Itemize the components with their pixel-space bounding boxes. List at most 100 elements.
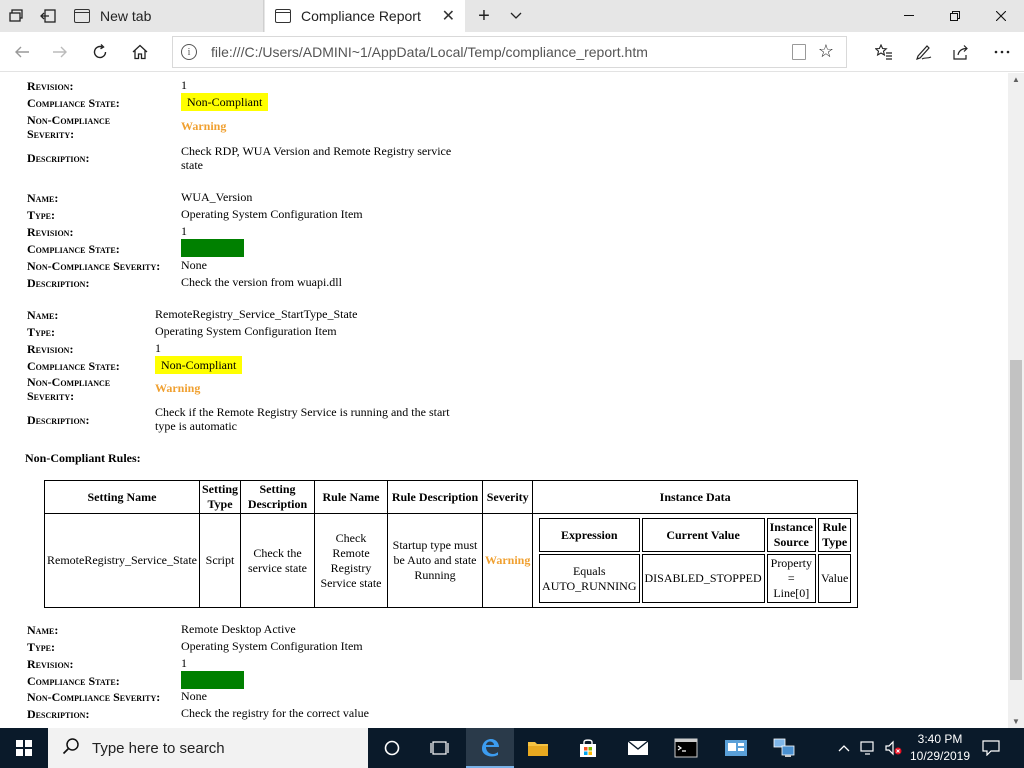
- pen-notes-icon[interactable]: [905, 36, 941, 68]
- new-tab-plus-icon[interactable]: +: [468, 0, 500, 32]
- compliance-state-badge: Non-Compliant: [181, 93, 269, 111]
- mail-icon[interactable]: [614, 728, 662, 768]
- header-instance-data: Instance Data: [532, 480, 858, 514]
- header-setting-description: Setting Description: [240, 480, 315, 514]
- severity-label-line2: Severity:: [27, 127, 75, 141]
- description-label: Description:: [27, 707, 90, 721]
- compliance-state-label: Compliance State:: [27, 674, 120, 688]
- show-hidden-icons-icon[interactable]: [838, 728, 850, 768]
- tab-label: Compliance Report: [301, 8, 421, 24]
- cortana-icon[interactable]: [368, 728, 416, 768]
- cell-rule-name: Check Remote Registry Service state: [314, 513, 388, 608]
- name-value: RemoteRegistry_Service_StartType_State: [155, 307, 358, 321]
- header-rule-name: Rule Name: [314, 480, 388, 514]
- action-center-icon[interactable]: [982, 728, 1000, 768]
- address-bar[interactable]: i file:///C:/Users/ADMINI~1/AppData/Loca…: [172, 36, 847, 68]
- description-label: Description:: [27, 413, 90, 427]
- instance-header-expression: Expression: [539, 518, 640, 552]
- compliance-state-label: Compliance State:: [27, 242, 120, 256]
- network-computers-icon[interactable]: [760, 728, 808, 768]
- command-prompt-icon[interactable]: [662, 728, 710, 768]
- description-label: Description:: [27, 276, 90, 290]
- severity-label-line1: Non-Compliance: [27, 375, 111, 389]
- header-rule-description: Rule Description: [387, 480, 483, 514]
- edge-browser-icon[interactable]: [466, 728, 514, 768]
- address-url: file:///C:/Users/ADMINI~1/AppData/Local/…: [211, 44, 648, 60]
- type-label: Type:: [27, 640, 55, 654]
- set-tabs-aside-icon[interactable]: [32, 0, 64, 32]
- vertical-scrollbar[interactable]: ▲ ▼: [1008, 73, 1024, 728]
- start-button[interactable]: [0, 728, 48, 768]
- cell-instance-data: Expression Current Value Instance Source…: [532, 513, 858, 608]
- file-explorer-icon[interactable]: [514, 728, 562, 768]
- cell-setting-type: Script: [199, 513, 241, 608]
- non-compliant-rules-title: Non-Compliant Rules:: [25, 451, 141, 465]
- restore-icon[interactable]: [932, 0, 978, 32]
- instance-data-table: Expression Current Value Instance Source…: [537, 516, 853, 605]
- scroll-up-icon[interactable]: ▲: [1012, 75, 1020, 84]
- favorite-star-icon[interactable]: ☆: [818, 41, 834, 62]
- revision-value: 1: [181, 78, 187, 92]
- reading-view-icon[interactable]: [792, 44, 806, 60]
- page-favicon-icon: [275, 9, 291, 23]
- name-value: WUA_Version: [181, 190, 253, 204]
- address-toolbar: i file:///C:/Users/ADMINI~1/AppData/Loca…: [0, 32, 1024, 72]
- name-label: Name:: [27, 191, 59, 205]
- type-value: Operating System Configuration Item: [181, 207, 363, 221]
- severity-value: None: [181, 258, 207, 272]
- windows-logo-icon: [16, 740, 32, 756]
- site-info-icon[interactable]: i: [181, 44, 197, 60]
- instance-current-value: DISABLED_STOPPED: [641, 554, 765, 603]
- search-placeholder: Type here to search: [92, 739, 225, 757]
- favorites-hub-icon[interactable]: [866, 36, 902, 68]
- tab-manager-icon[interactable]: [0, 0, 32, 32]
- system-clock[interactable]: 3:40 PM 10/29/2019: [905, 731, 975, 765]
- instance-source: Property = Line[0]: [766, 554, 816, 603]
- volume-muted-icon[interactable]: [884, 728, 902, 768]
- close-tab-icon[interactable]: ✕: [442, 6, 455, 26]
- compliance-state-badge: Compliant: [181, 239, 244, 257]
- refresh-icon[interactable]: [82, 36, 118, 68]
- table-row: RemoteRegistry_Service_State Script Chec…: [44, 513, 858, 608]
- description-value: Check the registry for the correct value: [181, 706, 369, 720]
- tab-new-tab[interactable]: New tab: [64, 0, 264, 32]
- description-label: Description:: [27, 151, 90, 165]
- severity-label-line1: Non-Compliance: [27, 113, 111, 127]
- description-value: Check if the Remote Registry Service is …: [155, 405, 450, 433]
- severity-label: Non-Compliance Severity:: [27, 259, 161, 273]
- config-manager-icon[interactable]: [712, 728, 760, 768]
- forward-arrow-icon[interactable]: [42, 36, 78, 68]
- type-value: Operating System Configuration Item: [155, 324, 337, 338]
- scrollbar-thumb[interactable]: [1010, 360, 1022, 680]
- compliance-state-label: Compliance State:: [27, 96, 120, 110]
- revision-label: Revision:: [27, 342, 74, 356]
- close-window-icon[interactable]: [978, 0, 1024, 32]
- tab-label: New tab: [100, 8, 152, 24]
- name-value: Remote Desktop Active: [181, 622, 296, 636]
- share-icon[interactable]: [944, 36, 980, 68]
- header-severity: Severity: [481, 480, 534, 514]
- description-value: Check RDP, WUA Version and Remote Regist…: [181, 144, 452, 172]
- taskbar-search-box[interactable]: Type here to search: [48, 728, 368, 768]
- store-icon[interactable]: [564, 728, 612, 768]
- instance-expression: Equals AUTO_RUNNING: [539, 554, 640, 603]
- cell-severity: Warning: [481, 513, 534, 608]
- more-menu-icon[interactable]: [984, 36, 1020, 68]
- back-arrow-icon[interactable]: [4, 36, 40, 68]
- type-value: Operating System Configuration Item: [181, 639, 363, 653]
- scroll-down-icon[interactable]: ▼: [1012, 717, 1020, 726]
- clock-time: 3:40 PM: [917, 732, 963, 746]
- home-icon[interactable]: [122, 36, 158, 68]
- name-label: Name:: [27, 308, 59, 322]
- chevron-down-icon[interactable]: [500, 0, 532, 32]
- cell-setting-name: RemoteRegistry_Service_State: [44, 513, 200, 608]
- type-label: Type:: [27, 208, 55, 222]
- task-view-icon[interactable]: [416, 728, 464, 768]
- revision-value: 1: [181, 224, 187, 238]
- revision-value: 1: [181, 656, 187, 670]
- compliance-state-badge: Compliant: [181, 671, 244, 689]
- network-icon[interactable]: [860, 728, 878, 768]
- minimize-icon[interactable]: [886, 0, 932, 32]
- compliance-state-badge: Non-Compliant: [155, 356, 243, 374]
- tab-compliance-report[interactable]: Compliance Report ✕: [265, 0, 465, 32]
